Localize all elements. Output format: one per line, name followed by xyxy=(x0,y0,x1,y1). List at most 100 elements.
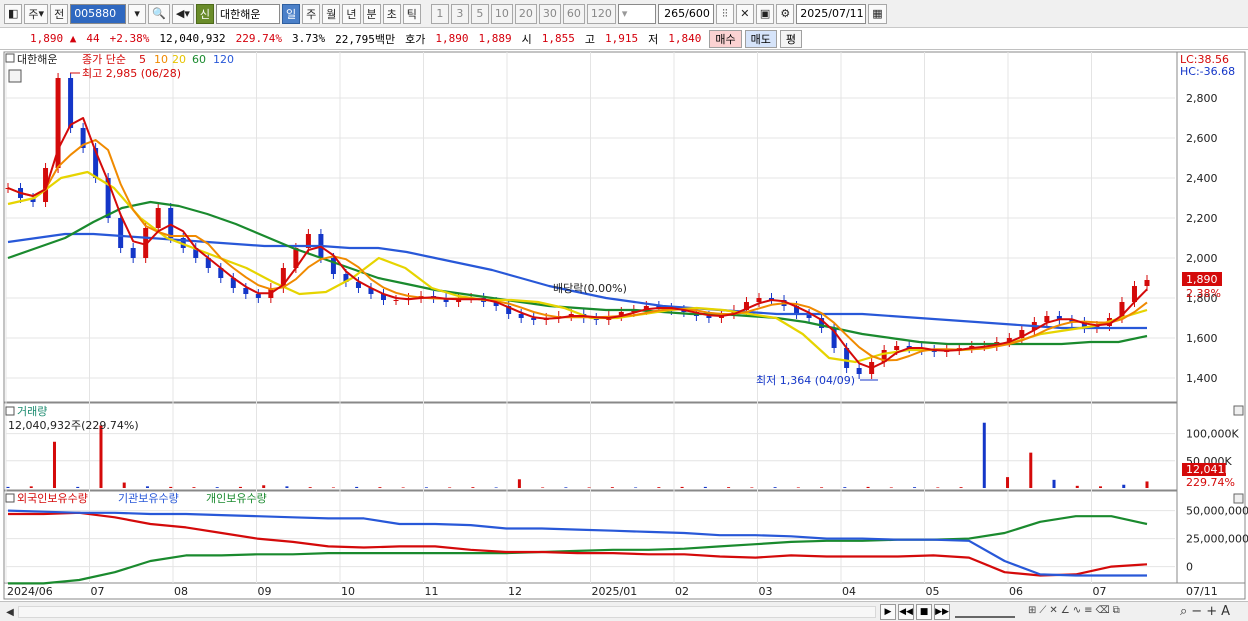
erase-icon[interactable]: ⌫ xyxy=(1096,605,1110,616)
trendline-icon[interactable]: ⟋ xyxy=(1039,605,1046,616)
interval-button[interactable]: 5 xyxy=(470,3,489,24)
table-view-icon[interactable] xyxy=(8,69,22,83)
xaxis-label: 12 xyxy=(508,585,522,598)
volume-bar xyxy=(1029,452,1033,488)
fib-icon[interactable]: ≡ xyxy=(1084,605,1092,616)
date-input[interactable]: 2025/07/11 xyxy=(796,3,867,24)
price-tick-label: 1,400 xyxy=(1186,372,1218,385)
xaxis-label: 08 xyxy=(174,585,188,598)
volume-bar xyxy=(1122,484,1126,488)
price-tick-label: 2,600 xyxy=(1186,132,1218,145)
volume-bar xyxy=(169,486,173,488)
scroll-left-icon[interactable]: ◀ xyxy=(3,605,17,619)
price-tick-label: 1,600 xyxy=(1186,332,1218,345)
volume-bar xyxy=(1052,479,1056,488)
rewind-icon[interactable]: ◀◀ xyxy=(898,604,914,620)
period-day-button[interactable]: 일 xyxy=(282,3,301,24)
stop-icon[interactable]: ■ xyxy=(916,604,932,620)
search-icon[interactable]: 🔍 xyxy=(148,3,170,24)
prev-label: 전 xyxy=(54,7,65,21)
angle-icon[interactable]: ∠ xyxy=(1061,605,1070,616)
scroll-track[interactable] xyxy=(18,606,876,618)
zoom-out-icon[interactable]: − xyxy=(1191,604,1202,619)
play-icon[interactable]: ▶ xyxy=(880,604,896,620)
interval-button[interactable]: 60 xyxy=(562,3,585,24)
open-price: 1,855 xyxy=(541,32,575,45)
ma-period-60: 60 xyxy=(192,53,206,66)
low-price: 1,840 xyxy=(668,32,702,45)
period-type-label: 주 xyxy=(28,7,39,21)
stock-name-field[interactable]: 대한해운 xyxy=(216,3,280,24)
interval-custom-input[interactable]: ▾ xyxy=(617,3,656,24)
volume-pct-tag: 229.74% xyxy=(1186,476,1235,489)
period-week-button[interactable]: 주 xyxy=(302,3,321,24)
interval-button[interactable]: 1 xyxy=(430,3,449,24)
low-label: 저 xyxy=(648,32,659,46)
holding-close-icon[interactable] xyxy=(1233,493,1244,504)
zoom-controls: ⌕ − + A xyxy=(1180,604,1230,619)
interval-button[interactable]: 10 xyxy=(490,3,513,24)
high-price: 1,915 xyxy=(604,32,639,45)
period-year-button[interactable]: 년 xyxy=(342,3,361,24)
indicator-icon[interactable]: ⫶⫶ xyxy=(715,3,734,24)
period-type-select[interactable]: 주 ▾ xyxy=(24,3,49,24)
volume-bar xyxy=(122,482,126,488)
volume-bar xyxy=(471,487,475,488)
price-tick-label: 2,200 xyxy=(1186,212,1218,225)
interval-button[interactable]: 120 xyxy=(586,3,616,24)
candle-body xyxy=(756,298,762,302)
code-dropdown-icon[interactable]: ▾ xyxy=(128,3,147,24)
price-tick-label: 2,800 xyxy=(1186,92,1218,105)
volume-bar xyxy=(262,485,266,488)
period-minute-button[interactable]: 분 xyxy=(362,3,381,24)
high-marker-label: 최고 2,985 (06/28) xyxy=(82,67,181,80)
xaxis-label: 09 xyxy=(258,585,272,598)
individual-holding-label: 개인보유수량 xyxy=(206,492,267,505)
volume-bar xyxy=(29,486,33,488)
foreign-holding-label: 외국인보유수량 xyxy=(17,492,88,505)
candle-body xyxy=(118,218,124,248)
volume-bar xyxy=(796,487,800,488)
volume-close-icon[interactable] xyxy=(1233,405,1244,416)
interval-button[interactable]: 3 xyxy=(450,3,469,24)
volume-bar xyxy=(680,486,684,488)
stock-code-input[interactable]: 005880 xyxy=(70,3,127,24)
period-month-button[interactable]: 월 xyxy=(322,3,341,24)
ask-label: 호가 xyxy=(405,32,426,46)
sell-button[interactable]: 매도 xyxy=(744,29,777,48)
prev-button[interactable]: 전 xyxy=(50,3,69,24)
font-size-icon[interactable]: A xyxy=(1221,604,1230,619)
save-icon[interactable]: ▣ xyxy=(755,3,775,24)
interval-button[interactable]: 30 xyxy=(538,3,561,24)
xaxis-label: 06 xyxy=(1009,585,1023,598)
current-price: 1,890 ▲ xyxy=(30,32,77,45)
period-second-button[interactable]: 초 xyxy=(382,3,401,24)
interval-button[interactable]: 20 xyxy=(514,3,537,24)
zoom-slider[interactable] xyxy=(955,606,1015,618)
draw-tool-icon[interactable]: ✕ xyxy=(735,3,754,24)
stock-chart[interactable]: 2,8002,6002,4002,2002,0001,8001,6001,400… xyxy=(0,50,1248,601)
wave-icon[interactable]: ∿ xyxy=(1073,605,1081,616)
holding-tick-label: 25,000,000 xyxy=(1186,533,1248,546)
chart-scrollbar[interactable]: ◀ ▶ ◀◀ ■ ▶▶ ⊞ ⟋ ✕ ∠ ∿ ≡ ⌫ ⧉ ⌕ − + A xyxy=(0,601,1248,621)
chart-window-icon[interactable]: ◧ xyxy=(4,3,23,24)
volume-bar xyxy=(889,487,893,488)
calendar-icon[interactable]: ▦ xyxy=(868,3,887,24)
period-tick-button[interactable]: 틱 xyxy=(402,3,421,24)
grid-icon[interactable]: ⊞ xyxy=(1028,605,1036,616)
cross-icon[interactable]: ✕ xyxy=(1049,605,1057,616)
gear-icon[interactable]: ⚙ xyxy=(776,3,795,24)
fast-forward-icon[interactable]: ▶▶ xyxy=(934,604,950,620)
buy-button[interactable]: 매수 xyxy=(709,29,742,48)
speaker-icon[interactable]: ◀▾ xyxy=(171,3,194,24)
price-change-pct: +2.38% xyxy=(109,32,150,45)
volume-bar xyxy=(52,441,56,488)
price-tick-label: 2,400 xyxy=(1186,172,1218,185)
xaxis-label: 05 xyxy=(926,585,940,598)
eval-button[interactable]: 평 xyxy=(779,29,802,48)
volume-bar xyxy=(982,422,986,488)
zoom-search-icon[interactable]: ⌕ xyxy=(1180,604,1187,619)
zoom-in-icon[interactable]: + xyxy=(1206,604,1217,619)
bar-count-input[interactable]: 265/600 xyxy=(657,3,714,24)
copy-icon[interactable]: ⧉ xyxy=(1113,605,1120,616)
